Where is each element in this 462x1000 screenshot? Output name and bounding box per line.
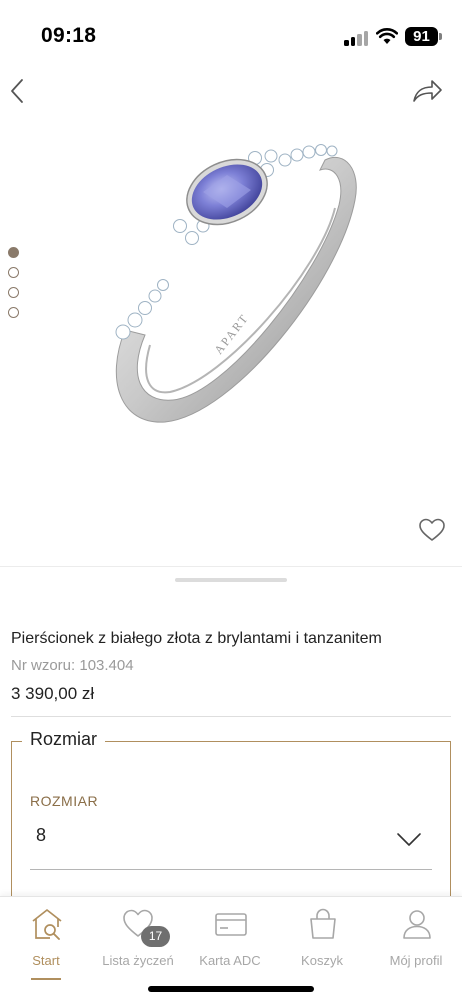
- signal-icon: [344, 30, 370, 46]
- product-image: APART: [115, 144, 357, 423]
- gallery-pagination: [8, 247, 22, 327]
- card-icon: [215, 913, 247, 936]
- size-selected-value: 8: [36, 825, 47, 845]
- active-tab-indicator: [31, 978, 61, 980]
- gallery-dot-4[interactable]: [8, 307, 19, 318]
- sheet-border: [0, 566, 462, 567]
- size-legend: Rozmiar: [22, 729, 106, 750]
- tab-cart[interactable]: Koszyk: [276, 897, 368, 977]
- gallery-dot-3[interactable]: [8, 287, 19, 298]
- tab-label-wishlist: Lista życzeń: [102, 953, 174, 968]
- tab-profile[interactable]: Mój profil: [370, 897, 462, 977]
- user-icon: [403, 910, 431, 939]
- battery-tip: [439, 33, 442, 40]
- home-indicator: [148, 986, 314, 992]
- home-search-icon: [32, 909, 62, 940]
- status-bar: 09:18 91: [0, 0, 462, 72]
- tab-label-profile: Mój profil: [389, 953, 443, 968]
- battery-icon: 91: [405, 27, 438, 46]
- divider: [11, 716, 451, 717]
- add-to-wishlist-heart-icon[interactable]: [418, 517, 446, 543]
- tab-wishlist[interactable]: Lista życzeń: [92, 897, 184, 977]
- sheet-drag-handle[interactable]: [175, 578, 287, 582]
- back-button[interactable]: [6, 76, 30, 106]
- wishlist-count-badge: 17: [141, 926, 170, 947]
- tab-label-start: Start: [32, 953, 60, 968]
- sku-value: 103.404: [79, 657, 134, 674]
- engraving-text: APART: [211, 311, 251, 357]
- tab-start[interactable]: Start: [0, 897, 92, 980]
- size-select[interactable]: 8: [30, 814, 432, 870]
- tab-label-adc-card: Karta ADC: [199, 953, 261, 968]
- gallery-dot-1[interactable]: [8, 247, 19, 258]
- share-button[interactable]: [411, 77, 443, 105]
- tab-label-cart: Koszyk: [301, 953, 343, 968]
- sku-label: Nr wzoru:: [11, 657, 76, 674]
- product-sku: Nr wzoru: 103.404: [11, 657, 134, 674]
- shopping-bag-icon: [310, 908, 336, 939]
- product-price: 3 390,00 zł: [11, 684, 95, 703]
- gallery-dot-2[interactable]: [8, 267, 19, 278]
- status-time: 09:18: [41, 24, 97, 47]
- size-field-label: ROZMIAR: [30, 793, 99, 809]
- tab-adc-card[interactable]: Karta ADC: [184, 897, 276, 977]
- wifi-icon: [376, 28, 398, 44]
- bottom-tab-bar: Start Lista życzeń Karta ADC Koszyk Mój …: [0, 896, 462, 1000]
- product-title: Pierścionek z białego złota z brylantami…: [11, 630, 382, 647]
- chevron-down-icon: [397, 833, 421, 846]
